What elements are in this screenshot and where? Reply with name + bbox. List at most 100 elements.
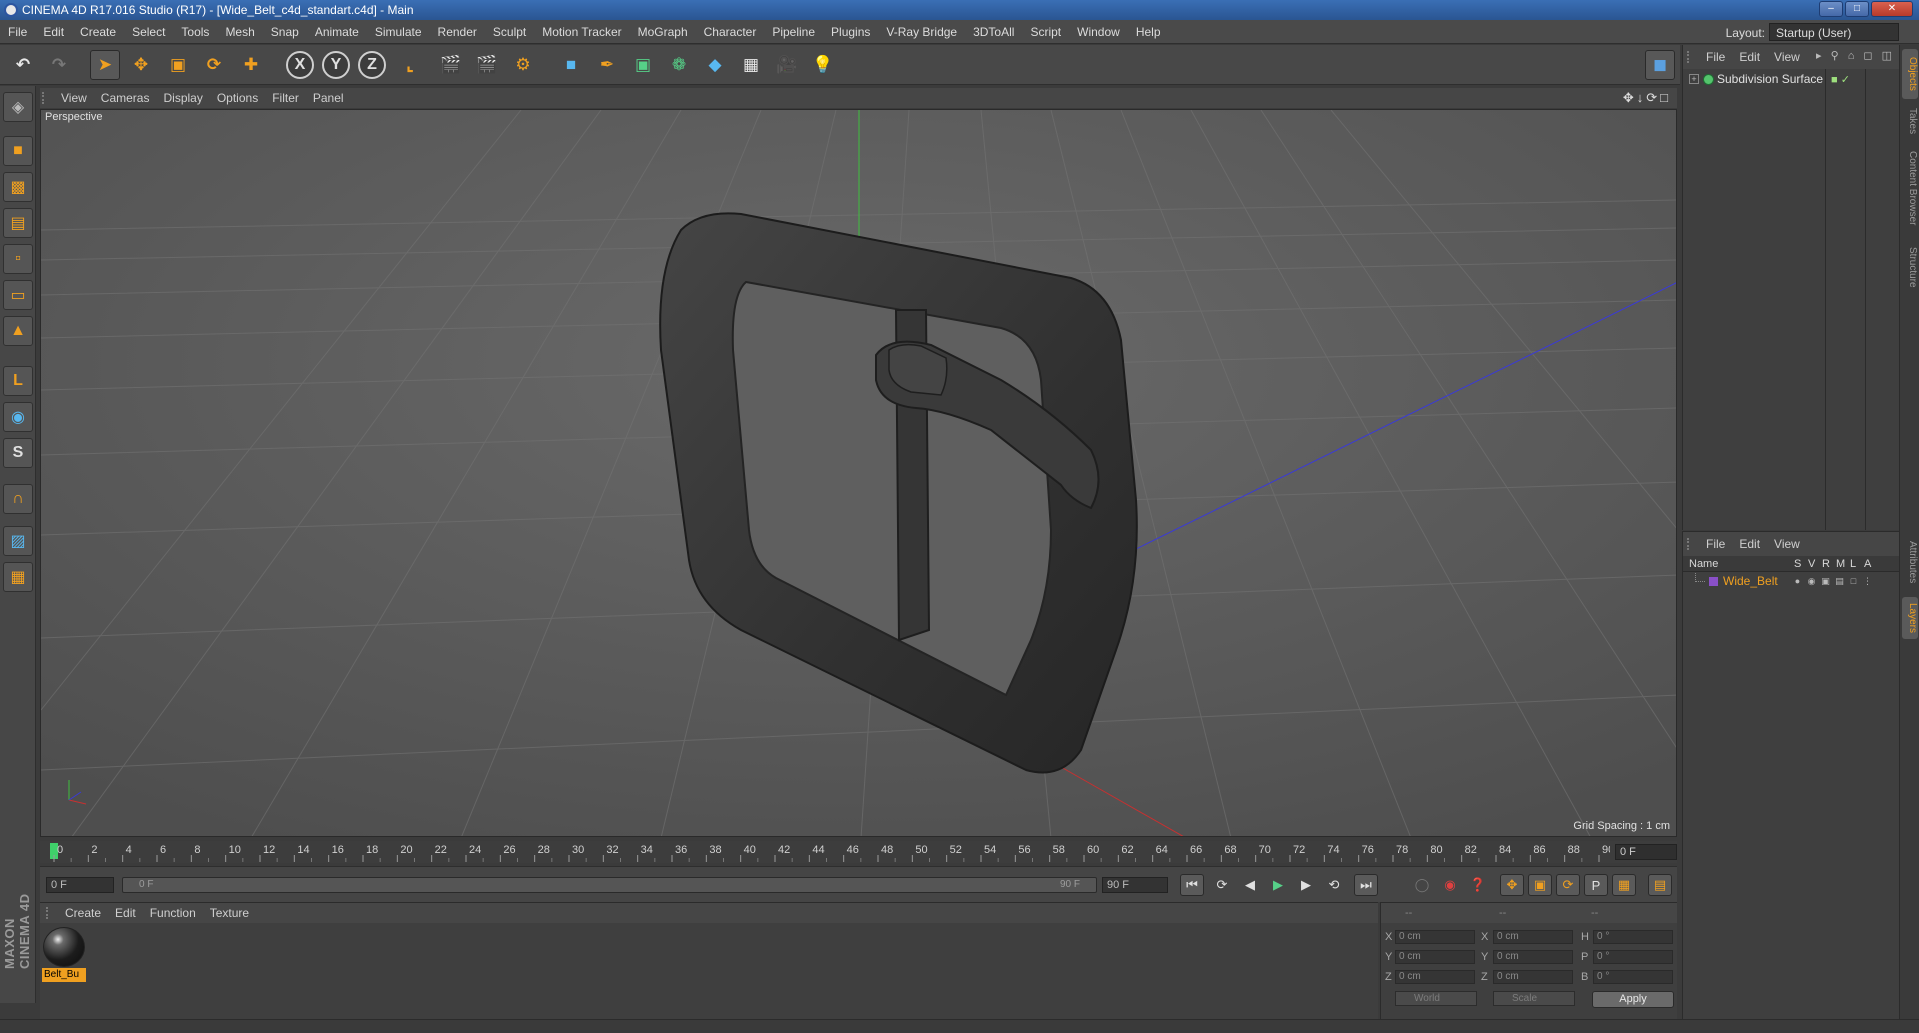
object-menu-view[interactable]: View bbox=[1767, 45, 1807, 69]
tweak-mode-icon[interactable]: ◉ bbox=[3, 402, 33, 432]
transform-icon[interactable]: ✚ bbox=[236, 50, 266, 80]
visibility-check-icon[interactable]: ■ ✓ bbox=[1831, 73, 1850, 86]
deformer-icon[interactable]: ◆ bbox=[700, 50, 730, 80]
menu-vray-bridge[interactable]: V-Ray Bridge bbox=[878, 20, 965, 44]
menu-motion-tracker[interactable]: Motion Tracker bbox=[534, 20, 629, 44]
tab-content-browser[interactable]: Content Browser bbox=[1902, 143, 1918, 233]
menu-mograph[interactable]: MoGraph bbox=[630, 20, 696, 44]
move-icon[interactable]: ✥ bbox=[126, 50, 156, 80]
snapping-icon[interactable]: S bbox=[3, 438, 33, 468]
viewport-menu-panel[interactable]: Panel bbox=[306, 88, 351, 108]
menu-plugins[interactable]: Plugins bbox=[823, 20, 878, 44]
material-menu-create[interactable]: Create bbox=[58, 903, 108, 923]
material-menu-texture[interactable]: Texture bbox=[203, 903, 256, 923]
rotate-icon[interactable]: ⟳ bbox=[199, 50, 229, 80]
layer-color-swatch[interactable] bbox=[1709, 577, 1718, 586]
go-to-start-icon[interactable]: ⏮ bbox=[1180, 874, 1204, 896]
key-rotation-icon[interactable]: ⟳ bbox=[1556, 874, 1580, 896]
perspective-viewport[interactable]: Perspective Grid Spacing : 1 cm bbox=[40, 109, 1677, 837]
material-menu-function[interactable]: Function bbox=[143, 903, 203, 923]
material-swatch[interactable]: Belt_Bu bbox=[42, 927, 86, 983]
panel-grip[interactable] bbox=[42, 92, 50, 104]
previous-frame-icon[interactable]: ◀ bbox=[1238, 874, 1262, 896]
preview-range-slider[interactable]: 0 F 90 F bbox=[122, 877, 1097, 893]
scale-icon[interactable]: ▣ bbox=[163, 50, 193, 80]
rotation-b-field[interactable]: 0 ° bbox=[1593, 970, 1673, 984]
maximize-button[interactable]: □ bbox=[1845, 1, 1869, 17]
rotation-p-field[interactable]: 0 ° bbox=[1593, 950, 1673, 964]
workplane-lock-icon[interactable]: ▨ bbox=[3, 526, 33, 556]
menu-script[interactable]: Script bbox=[1022, 20, 1069, 44]
record-active-objects-icon[interactable]: ◉ bbox=[1438, 874, 1462, 896]
key-position-icon[interactable]: ✥ bbox=[1500, 874, 1524, 896]
menu-edit[interactable]: Edit bbox=[35, 20, 72, 44]
render-to-picture-viewer-icon[interactable]: 🎬 bbox=[472, 50, 502, 80]
viewport-menu-display[interactable]: Display bbox=[156, 88, 209, 108]
render-toggle-icon[interactable]: ▣ bbox=[1821, 576, 1830, 586]
previous-key-icon[interactable]: ⟳ bbox=[1210, 874, 1234, 896]
next-key-icon[interactable]: ⟲ bbox=[1322, 874, 1346, 896]
minimize-button[interactable]: – bbox=[1819, 1, 1843, 17]
redo-icon[interactable]: ↷ bbox=[44, 50, 74, 80]
subdivision-surface-icon[interactable]: ▣ bbox=[628, 50, 658, 80]
record-keys-disabled-icon[interactable]: ◯ bbox=[1410, 874, 1434, 896]
viewport-menu-filter[interactable]: Filter bbox=[265, 88, 306, 108]
object-manager-tools-icons[interactable]: ▸ ⚲ ⌂ ◻ ◫ bbox=[1816, 49, 1895, 62]
floor-icon[interactable]: ▦ bbox=[736, 50, 766, 80]
menu-file[interactable]: File bbox=[0, 20, 35, 44]
size-y-field[interactable]: 0 cm bbox=[1493, 950, 1573, 964]
apply-button[interactable]: Apply bbox=[1592, 991, 1674, 1008]
autokeying-icon[interactable]: ❓ bbox=[1466, 874, 1490, 896]
timeline-ruler[interactable]: 0 2 4 6 8 10 12 14 16 18 20 22 24 26 28 30 32 34 36 38 40 42 4… bbox=[40, 841, 1677, 863]
make-editable-icon[interactable]: ◈ bbox=[3, 92, 33, 122]
undo-icon[interactable]: ↶ bbox=[8, 50, 38, 80]
viewport-menu-view[interactable]: View bbox=[54, 88, 94, 108]
y-axis-lock-icon[interactable]: Y bbox=[322, 51, 350, 79]
lock-toggle-icon[interactable]: □ bbox=[1849, 576, 1858, 586]
solo-toggle-icon[interactable]: ● bbox=[1793, 576, 1802, 586]
points-mode-icon[interactable]: ▫ bbox=[3, 244, 33, 274]
x-axis-lock-icon[interactable]: X bbox=[286, 51, 314, 79]
layout-dropdown[interactable]: Startup (User) bbox=[1769, 23, 1899, 41]
layer-menu-file[interactable]: File bbox=[1699, 532, 1732, 556]
panel-grip[interactable] bbox=[1687, 538, 1695, 550]
menu-snap[interactable]: Snap bbox=[263, 20, 307, 44]
close-button[interactable]: ✕ bbox=[1871, 1, 1913, 17]
viewport-menu-options[interactable]: Options bbox=[210, 88, 265, 108]
key-parameter-icon[interactable]: P bbox=[1584, 874, 1608, 896]
layer-menu-view[interactable]: View bbox=[1767, 532, 1807, 556]
tab-layers[interactable]: Layers bbox=[1902, 597, 1918, 639]
view-toggle-icon[interactable]: ◉ bbox=[1807, 576, 1816, 586]
menu-window[interactable]: Window bbox=[1069, 20, 1128, 44]
z-axis-lock-icon[interactable]: Z bbox=[358, 51, 386, 79]
edges-mode-icon[interactable]: ▭ bbox=[3, 280, 33, 310]
viewport-menu-cameras[interactable]: Cameras bbox=[94, 88, 157, 108]
menu-help[interactable]: Help bbox=[1128, 20, 1169, 44]
go-to-end-icon[interactable]: ⏭ bbox=[1354, 874, 1378, 896]
light-icon[interactable]: 💡 bbox=[808, 50, 838, 80]
render-settings-icon[interactable]: ⚙ bbox=[508, 50, 538, 80]
menu-simulate[interactable]: Simulate bbox=[367, 20, 430, 44]
panel-grip[interactable] bbox=[46, 907, 54, 919]
material-menu-edit[interactable]: Edit bbox=[108, 903, 143, 923]
size-x-field[interactable]: 0 cm bbox=[1493, 930, 1573, 944]
polygons-mode-icon[interactable]: ▲ bbox=[3, 316, 33, 346]
cube-primitive-icon[interactable]: ■ bbox=[556, 50, 586, 80]
position-z-field[interactable]: 0 cm bbox=[1395, 970, 1475, 984]
tab-attributes[interactable]: Attributes bbox=[1902, 533, 1918, 591]
key-scale-icon[interactable]: ▣ bbox=[1528, 874, 1552, 896]
range-end-field[interactable]: 90 F bbox=[1102, 877, 1168, 893]
viewport-navigation-icons[interactable]: ✥↓⟳□ bbox=[1623, 90, 1671, 106]
play-icon[interactable]: ▶ bbox=[1266, 874, 1290, 896]
magnet-icon[interactable]: ∩ bbox=[3, 484, 33, 514]
object-row-subdivision-surface[interactable]: + Subdivision Surface ■ ✓ bbox=[1683, 71, 1900, 89]
array-cloner-icon[interactable]: ❁ bbox=[664, 50, 694, 80]
next-frame-icon[interactable]: ▶ bbox=[1294, 874, 1318, 896]
position-y-field[interactable]: 0 cm bbox=[1395, 950, 1475, 964]
size-mode-dropdown[interactable]: Scale bbox=[1493, 991, 1575, 1006]
menu-character[interactable]: Character bbox=[696, 20, 765, 44]
menu-create[interactable]: Create bbox=[72, 20, 124, 44]
tab-objects[interactable]: Objects bbox=[1902, 49, 1918, 99]
pen-spline-icon[interactable]: ✒ bbox=[592, 50, 622, 80]
texture-mode-icon[interactable]: ▩ bbox=[3, 172, 33, 202]
